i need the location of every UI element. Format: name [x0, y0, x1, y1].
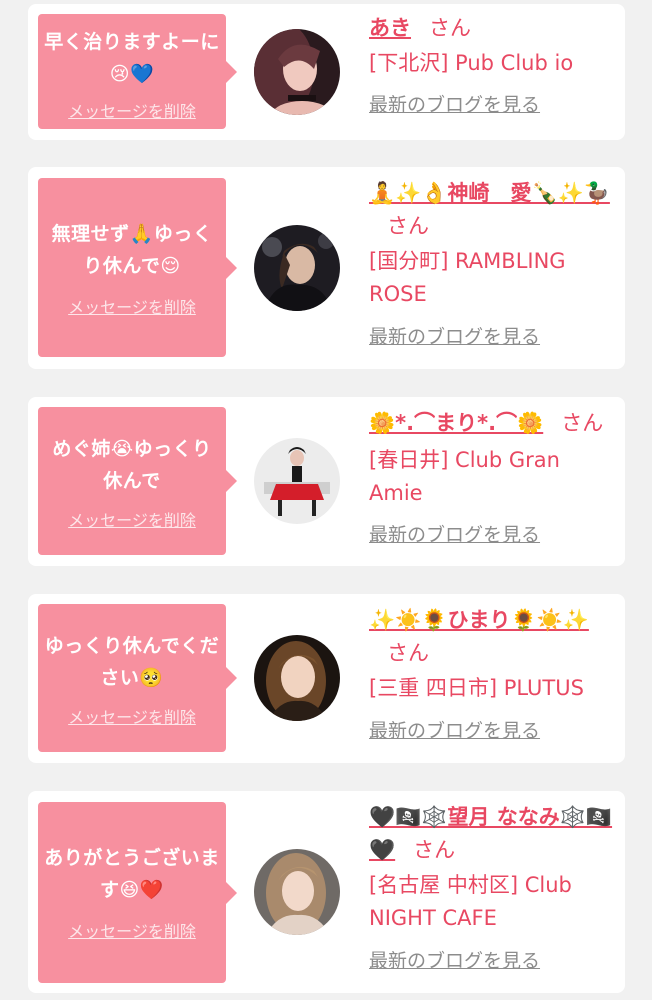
delete-message-link[interactable]: メッセージを削除 [68, 511, 196, 531]
sender-name-link[interactable]: 🌼*.⌒まり*.⌒🌼 [369, 411, 543, 435]
message-bubble: めぐ姉😭ゆっくり休んで メッセージを削除 [38, 407, 237, 555]
latest-blog-link[interactable]: 最新のブログを見る [369, 715, 540, 748]
message-text: めぐ姉😭ゆっくり休んで [52, 438, 212, 492]
latest-blog-link[interactable]: 最新のブログを見る [369, 945, 540, 978]
sender-name-link[interactable]: 🖤🏴‍☠️🕸️望月 ななみ🕸️🏴‍☠️🖤 [369, 805, 612, 862]
delete-message-link[interactable]: メッセージを削除 [68, 708, 196, 728]
avatar[interactable] [254, 29, 340, 115]
shop-name: [国分町] RAMBLING ROSE [369, 249, 566, 306]
shop-name: [三重 四日市] PLUTUS [369, 676, 584, 700]
message-card: 早く治りますよーに😢💙 メッセージを削除 あき さん [下北沢] Pub Club… [28, 4, 625, 140]
delete-message-link[interactable]: メッセージを削除 [68, 298, 196, 318]
message-card: ありがとうございます😆❤️ メッセージを削除 🖤🏴‍☠️🕸️望月 ななみ🕸️🏴‍… [28, 791, 625, 993]
message-text: 無理せず🙏ゆっくり休んで😌 [51, 223, 213, 277]
honorific: さん [561, 411, 604, 435]
message-list: 早く治りますよーに😢💙 メッセージを削除 あき さん [下北沢] Pub Club… [0, 0, 652, 1000]
honorific: さん [413, 838, 456, 862]
message-card: めぐ姉😭ゆっくり休んで メッセージを削除 🌼*.⌒まり*.⌒🌼 さん [春日井] … [28, 397, 625, 566]
message-text: ありがとうございます😆❤️ [44, 847, 220, 901]
message-bubble: ゆっくり休んでください🥺 メッセージを削除 [38, 604, 237, 752]
hostess-portrait-icon [254, 29, 340, 115]
shop-name: [下北沢] Pub Club io [369, 51, 574, 75]
sender-info: 🧘✨👌神崎 愛🍾✨🦆 さん [国分町] RAMBLING ROSE 最新のブログを… [369, 177, 619, 354]
message-text: ゆっくり休んでください🥺 [44, 635, 220, 689]
latest-blog-link[interactable]: 最新のブログを見る [369, 321, 540, 354]
honorific: さん [429, 16, 471, 40]
hostess-portrait-icon [254, 225, 340, 311]
message-bubble: 無理せず🙏ゆっくり休んで😌 メッセージを削除 [38, 178, 237, 357]
avatar[interactable] [254, 225, 340, 311]
sender-name-link[interactable]: ✨☀️🌻ひまり🌻☀️✨ [369, 608, 589, 632]
sender-name-link[interactable]: あき [369, 16, 411, 40]
avatar[interactable] [254, 635, 340, 721]
delete-message-link[interactable]: メッセージを削除 [68, 102, 196, 122]
hostess-portrait-icon [254, 635, 340, 721]
shop-name: [名古屋 中村区] Club NIGHT CAFE [369, 873, 572, 930]
honorific: さん [387, 641, 429, 665]
sender-info: 🖤🏴‍☠️🕸️望月 ななみ🕸️🏴‍☠️🖤 さん [名古屋 中村区] Club NI… [369, 801, 619, 978]
shop-name: [春日井] Club Gran Amie [369, 448, 560, 505]
avatar[interactable] [254, 438, 340, 524]
sender-name-link[interactable]: 🧘✨👌神崎 愛🍾✨🦆 [369, 181, 610, 205]
message-bubble: 早く治りますよーに😢💙 メッセージを削除 [38, 14, 237, 129]
message-bubble: ありがとうございます😆❤️ メッセージを削除 [38, 802, 237, 983]
delete-message-link[interactable]: メッセージを削除 [68, 922, 196, 942]
sender-info: 🌼*.⌒まり*.⌒🌼 さん [春日井] Club Gran Amie 最新のブログ… [369, 407, 619, 552]
message-card: 無理せず🙏ゆっくり休んで😌 メッセージを削除 🧘✨👌神崎 愛🍾✨🦆 さん [国分町… [28, 167, 625, 369]
latest-blog-link[interactable]: 最新のブログを見る [369, 519, 540, 552]
hostess-portrait-icon [254, 849, 340, 935]
message-text: 早く治りますよーに😢💙 [44, 31, 220, 85]
sender-info: あき さん [下北沢] Pub Club io 最新のブログを見る [369, 12, 619, 122]
avatar[interactable] [254, 849, 340, 935]
sender-info: ✨☀️🌻ひまり🌻☀️✨ さん [三重 四日市] PLUTUS 最新のブログを見る [369, 604, 619, 748]
hostess-portrait-icon [254, 438, 340, 524]
honorific: さん [387, 214, 429, 238]
message-card: ゆっくり休んでください🥺 メッセージを削除 ✨☀️🌻ひまり🌻☀️✨ さん [三重 … [28, 594, 625, 763]
latest-blog-link[interactable]: 最新のブログを見る [369, 89, 540, 122]
